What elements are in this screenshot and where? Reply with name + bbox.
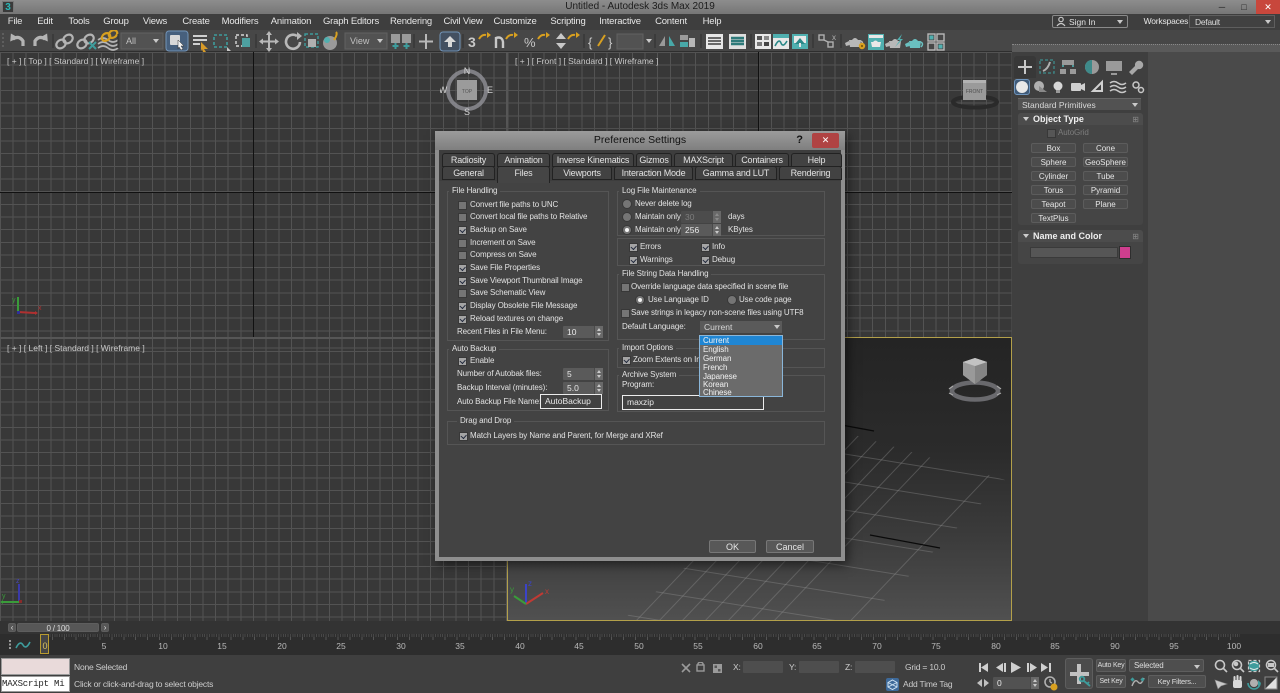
svg-text:%: % <box>524 35 536 50</box>
svg-text:N: N <box>464 66 471 76</box>
svg-text:y: y <box>510 585 514 594</box>
svg-text:W: W <box>440 85 448 95</box>
svg-text:All: All <box>126 36 136 46</box>
svg-text:3: 3 <box>468 34 476 50</box>
svg-text:z: z <box>16 578 20 585</box>
svg-text:y: y <box>12 297 16 304</box>
svg-text:S: S <box>464 107 470 117</box>
svg-text:x: x <box>38 305 42 312</box>
svg-text:FRONT: FRONT <box>966 89 983 95</box>
svg-text:{: { <box>588 35 593 50</box>
svg-text:y: y <box>2 593 6 600</box>
svg-text:z: z <box>528 579 532 588</box>
svg-text:TOP: TOP <box>462 89 473 95</box>
svg-text:x: x <box>545 587 549 596</box>
svg-text:}: } <box>608 35 613 50</box>
svg-text:E: E <box>487 85 493 95</box>
svg-text:View: View <box>350 36 370 46</box>
svg-text:x: x <box>832 33 836 42</box>
